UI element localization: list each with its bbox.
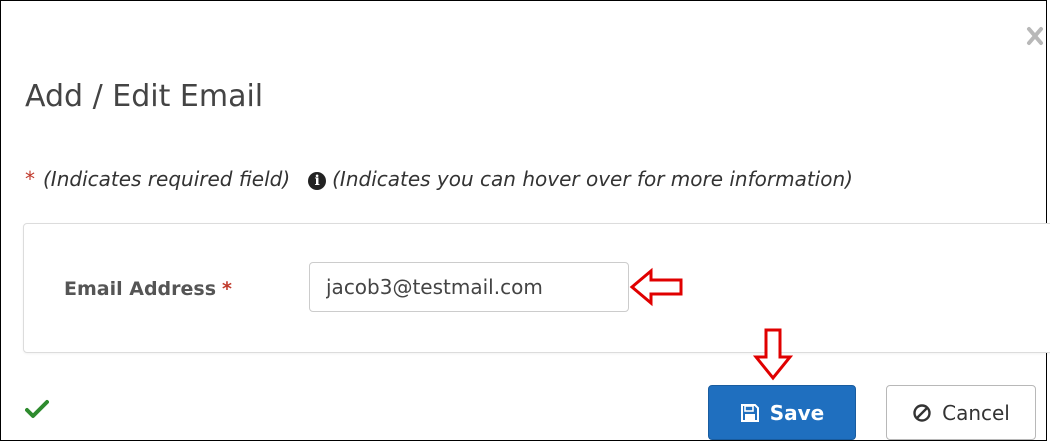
save-button[interactable]: Save	[708, 385, 856, 440]
floppy-disk-icon	[740, 403, 759, 422]
modal-dialog: Add / Edit Email * (Indicates required fi…	[0, 0, 1050, 441]
save-button-label: Save	[769, 400, 825, 425]
annotation-arrow-down-icon	[753, 328, 793, 381]
email-address-input[interactable]	[309, 262, 629, 312]
cancel-button[interactable]: Cancel	[886, 385, 1036, 440]
required-legend: * (Indicates required field) i (Indicates y…	[25, 165, 853, 193]
required-legend-text: (Indicates required field)	[43, 167, 291, 191]
info-circle-icon: i	[308, 172, 327, 190]
close-icon[interactable]	[1026, 25, 1044, 51]
required-marker: *	[25, 167, 35, 191]
info-legend-text: (Indicates you can hover over for more i…	[332, 167, 853, 191]
checkmark-icon	[25, 400, 49, 418]
email-label-text: Email Address	[64, 278, 217, 300]
email-required-marker: *	[222, 278, 232, 300]
email-address-label: Email Address *	[64, 276, 232, 302]
email-form-panel: Email Address *	[23, 223, 1050, 353]
ban-icon	[913, 403, 931, 422]
cancel-button-label: Cancel	[942, 400, 1010, 425]
modal-title: Add / Edit Email	[25, 79, 264, 114]
annotation-arrow-left-icon	[629, 267, 683, 307]
